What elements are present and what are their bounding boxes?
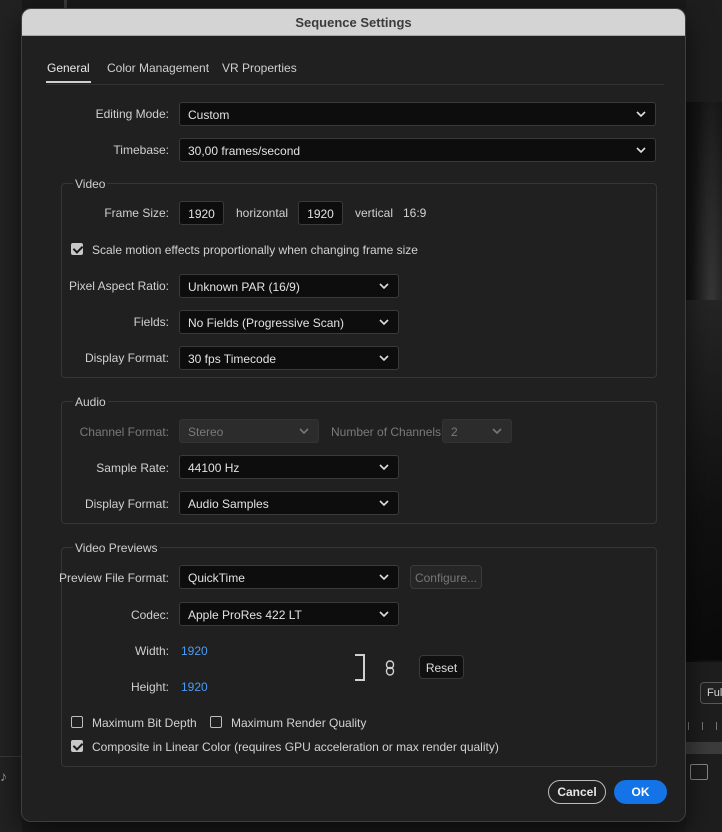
chevron-down-icon xyxy=(379,464,389,471)
codec-dropdown[interactable]: Apple ProRes 422 LT xyxy=(179,602,399,626)
max-bit-depth-checkbox[interactable] xyxy=(71,716,83,728)
fields-label: Fields: xyxy=(133,315,169,329)
pixel-aspect-ratio-label: Pixel Aspect Ratio: xyxy=(68,279,169,293)
chevron-down-icon xyxy=(636,147,646,154)
audio-display-format-value: Audio Samples xyxy=(188,497,269,511)
background-divider xyxy=(0,756,22,757)
preview-width-value[interactable]: 1920 xyxy=(181,644,208,658)
preview-file-format-dropdown[interactable]: QuickTime xyxy=(179,565,399,589)
timeline-scrollbar[interactable] xyxy=(686,742,722,754)
chevron-down-icon xyxy=(379,574,389,581)
editing-mode-label: Editing Mode: xyxy=(95,107,169,121)
export-frame-icon[interactable] xyxy=(690,764,708,780)
channel-format-label: Channel Format: xyxy=(79,425,169,439)
tab-divider xyxy=(47,84,664,85)
editing-mode-value: Custom xyxy=(188,108,230,122)
fields-dropdown[interactable]: No Fields (Progressive Scan) xyxy=(179,310,399,334)
chain-link-icon[interactable] xyxy=(385,660,395,676)
ok-button[interactable]: OK xyxy=(614,780,667,804)
program-monitor-image-detail xyxy=(686,300,722,660)
timebase-value: 30,00 frames/second xyxy=(188,144,301,158)
number-of-channels-value: 2 xyxy=(451,425,458,439)
chevron-down-icon xyxy=(379,355,389,362)
max-render-quality-checkbox[interactable] xyxy=(210,716,222,728)
sample-rate-dropdown[interactable]: 44100 Hz xyxy=(179,455,399,479)
sample-rate-label: Sample Rate: xyxy=(96,461,169,475)
scale-motion-label: Scale motion effects proportionally when… xyxy=(92,243,418,257)
tab-vr-properties[interactable]: VR Properties xyxy=(222,61,297,75)
chevron-down-icon xyxy=(636,111,646,118)
width-label: Width: xyxy=(134,644,169,658)
scale-motion-checkbox[interactable] xyxy=(71,243,83,255)
background-divider xyxy=(64,0,67,8)
preview-file-format-label: Preview File Format: xyxy=(58,571,169,585)
linear-color-label: Composite in Linear Color (requires GPU … xyxy=(92,740,499,754)
frame-size-label: Frame Size: xyxy=(104,206,169,220)
pixel-aspect-ratio-value: Unknown PAR (16/9) xyxy=(188,280,300,294)
max-bit-depth-label: Maximum Bit Depth xyxy=(92,716,197,730)
aspect-ratio-text: 16:9 xyxy=(403,206,427,220)
max-render-quality-label: Maximum Render Quality xyxy=(231,716,367,730)
channel-format-dropdown: Stereo xyxy=(179,419,319,443)
editing-mode-dropdown[interactable]: Custom xyxy=(179,102,656,126)
vertical-label: vertical xyxy=(355,206,394,220)
horizontal-label: horizontal xyxy=(236,206,289,220)
sequence-settings-dialog: Sequence Settings General Color Manageme… xyxy=(21,8,686,822)
height-label: Height: xyxy=(130,680,169,694)
reset-button[interactable]: Reset xyxy=(419,655,464,679)
dialog-titlebar[interactable]: Sequence Settings xyxy=(22,9,685,36)
timeline-ruler xyxy=(688,722,722,730)
audio-display-format-label: Display Format: xyxy=(84,497,169,511)
chevron-down-icon xyxy=(379,611,389,618)
video-group-title: Video xyxy=(73,177,108,191)
zoom-level-dropdown[interactable]: Ful xyxy=(700,682,722,704)
tab-color-management[interactable]: Color Management xyxy=(107,61,209,75)
sample-rate-value: 44100 Hz xyxy=(188,461,240,475)
number-of-channels-dropdown: 2 xyxy=(442,419,512,443)
codec-label: Codec: xyxy=(130,608,169,622)
chevron-down-icon xyxy=(379,500,389,507)
cancel-button[interactable]: Cancel xyxy=(548,780,606,804)
dialog-title: Sequence Settings xyxy=(295,15,412,30)
preview-height-value[interactable]: 1920 xyxy=(181,680,208,694)
tab-general[interactable]: General xyxy=(46,61,91,83)
audio-display-format-dropdown[interactable]: Audio Samples xyxy=(179,491,399,515)
preview-file-format-value: QuickTime xyxy=(188,571,245,585)
audio-group-title: Audio xyxy=(73,395,108,409)
frame-width-input[interactable]: 1920 xyxy=(179,201,224,225)
chevron-down-icon xyxy=(379,319,389,326)
configure-button: Configure... xyxy=(410,565,482,589)
background-top-strip xyxy=(0,0,722,8)
channel-format-value: Stereo xyxy=(188,425,224,439)
frame-height-input[interactable]: 1920 xyxy=(298,201,343,225)
timebase-label: Timebase: xyxy=(113,143,169,157)
video-display-format-dropdown[interactable]: 30 fps Timecode xyxy=(179,346,399,370)
linear-color-checkbox[interactable] xyxy=(71,740,83,752)
music-note-icon: ♪ xyxy=(0,768,7,784)
video-display-format-value: 30 fps Timecode xyxy=(188,352,277,366)
chevron-down-icon xyxy=(379,283,389,290)
chevron-down-icon xyxy=(299,428,309,435)
video-previews-group-title: Video Previews xyxy=(73,541,160,555)
codec-value: Apple ProRes 422 LT xyxy=(188,608,302,622)
background-left-panel xyxy=(0,0,22,832)
chevron-down-icon xyxy=(492,428,502,435)
timebase-dropdown[interactable]: 30,00 frames/second xyxy=(179,138,656,162)
dimension-link-bracket xyxy=(355,654,365,681)
fields-value: No Fields (Progressive Scan) xyxy=(188,316,345,330)
number-of-channels-label: Number of Channels: xyxy=(331,425,445,439)
pixel-aspect-ratio-dropdown[interactable]: Unknown PAR (16/9) xyxy=(179,274,399,298)
video-display-format-label: Display Format: xyxy=(84,351,169,365)
